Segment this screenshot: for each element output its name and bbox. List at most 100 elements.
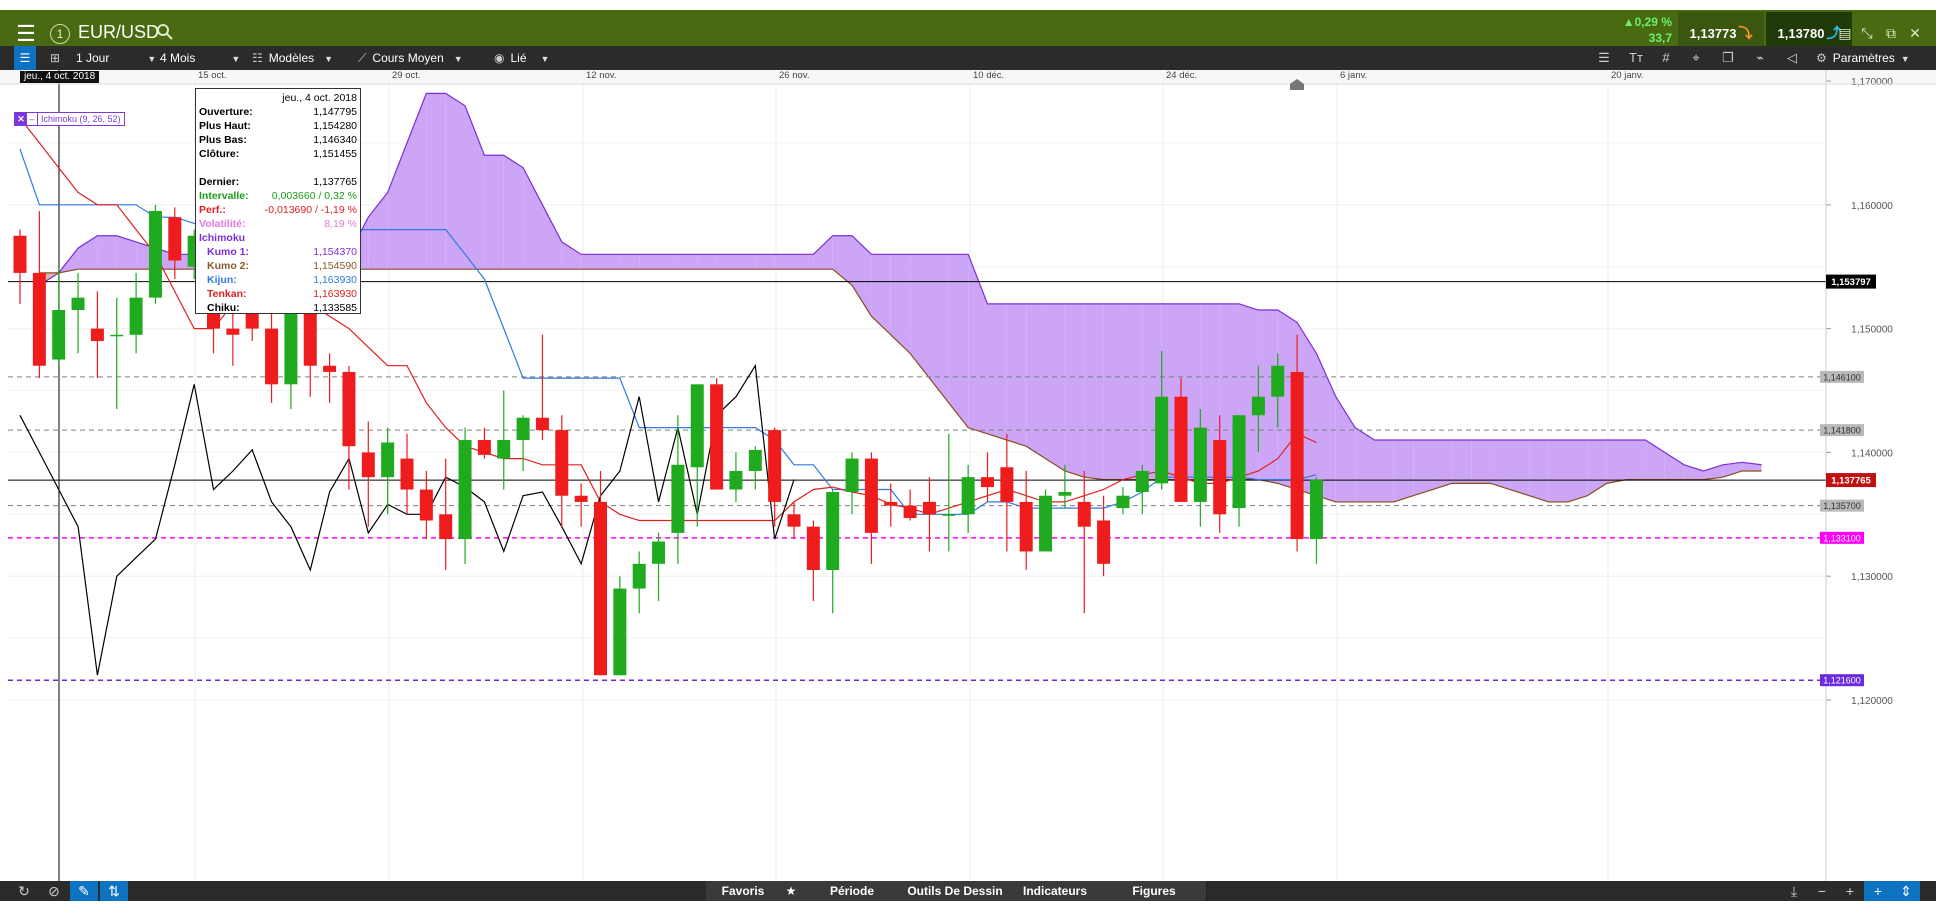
- candle-body: [1077, 501, 1091, 527]
- grid-layout-icon[interactable]: ⊞: [46, 46, 64, 70]
- candle-body: [806, 526, 820, 571]
- buy-price: 1,13780: [1777, 26, 1825, 41]
- tooltip-row: Kumo 2: 1,154590: [199, 259, 357, 273]
- candle-body: [284, 310, 298, 385]
- star-icon[interactable]: ★: [780, 881, 803, 901]
- kumo-segment: [1026, 303, 1046, 459]
- link-select[interactable]: ◉ Lié ▼: [494, 46, 549, 70]
- instrument-number-badge[interactable]: 1: [50, 24, 70, 44]
- tooltip-row: Intervalle: 0,003660 / 0,32 %: [199, 189, 357, 203]
- kumo-segment: [1471, 440, 1491, 484]
- candle-body: [632, 563, 646, 589]
- search-icon[interactable]: [156, 23, 174, 41]
- candle-body: [884, 501, 898, 506]
- candle-body: [574, 495, 588, 502]
- candle-body: [961, 477, 975, 515]
- popout-icon[interactable]: ⧉: [1882, 24, 1900, 42]
- horizontal-line-label: 1,153797: [1831, 277, 1871, 288]
- chart-type-select[interactable]: ⟋ Cours Moyen ▼: [358, 46, 463, 70]
- tooltip-row: Clôture: 1,151455: [199, 147, 357, 161]
- levels-icon[interactable]: ▤: [1836, 24, 1854, 42]
- symbol-name[interactable]: EUR/USD: [78, 22, 159, 43]
- tooltip-label: Volatilité:: [199, 218, 246, 230]
- candle-body: [671, 464, 685, 533]
- chevron-down-icon: ▼: [324, 54, 334, 64]
- candle-body: [1290, 371, 1304, 540]
- refresh-icon[interactable]: ↻: [10, 881, 38, 901]
- kumo-segment: [677, 254, 698, 270]
- kumo-segment: [716, 254, 736, 270]
- text-size-icon[interactable]: Tт: [1628, 50, 1644, 66]
- candle-body: [1058, 492, 1072, 496]
- kumo-segment: [426, 93, 446, 270]
- label-icon[interactable]: ◁: [1784, 50, 1800, 66]
- period-value: 1 Jour: [76, 51, 110, 65]
- candle-body: [168, 217, 182, 261]
- candle-body: [342, 371, 356, 447]
- chart-type-label: Cours Moyen: [372, 51, 444, 65]
- price-level-label: 1,133100: [1823, 533, 1861, 543]
- settings-button[interactable]: ⚙ Paramètres ▼: [1816, 46, 1910, 70]
- close-icon[interactable]: ✕: [1906, 24, 1924, 42]
- kumo-segment: [1509, 440, 1530, 496]
- candle-body: [226, 328, 240, 335]
- change-pips: 33,7: [1648, 31, 1672, 45]
- tooltip-row: Tenkan: 1,163930: [199, 287, 357, 301]
- tab-indicators-label: Indicateurs: [1022, 884, 1088, 898]
- indicator-legend[interactable]: ✕ – Ichimoku (9, 26, 52): [14, 112, 125, 126]
- candle-body: [729, 470, 743, 490]
- legend-icon[interactable]: ☰: [1596, 50, 1612, 66]
- tab-indicators[interactable]: Indicateurs: [1008, 881, 1103, 901]
- kumo-segment: [1374, 440, 1394, 502]
- kumo-segment: [1393, 440, 1414, 502]
- fit-icon[interactable]: ⤓: [1780, 881, 1808, 901]
- link-label: Lié: [510, 51, 527, 65]
- layers-icon[interactable]: ❐: [1720, 50, 1736, 66]
- tooltip-value: 1,154590: [313, 260, 357, 272]
- sync-icon[interactable]: ⇅: [100, 881, 128, 901]
- tab-figures[interactable]: Figures: [1102, 881, 1207, 901]
- range-select[interactable]: 4 Mois ▼: [160, 46, 240, 70]
- pencil-icon[interactable]: ✎: [70, 881, 98, 901]
- list-view-icon[interactable]: ☰: [14, 46, 36, 70]
- grid-icon[interactable]: #: [1658, 50, 1674, 66]
- kumo-segment: [1122, 303, 1143, 480]
- zoom-out-icon[interactable]: −: [1808, 881, 1836, 901]
- crosshair-date-label: jeu., 4 oct. 2018: [20, 71, 100, 83]
- candle-body: [32, 272, 46, 366]
- kumo-segment: [1451, 440, 1472, 484]
- remove-indicator-icon[interactable]: ✕: [15, 113, 27, 125]
- collapse-indicator-icon[interactable]: –: [27, 113, 38, 125]
- tooltip-label: Tenkan:: [207, 288, 247, 300]
- tab-drawing-tools-label: Outils De Dessin: [907, 884, 1003, 898]
- hamburger-menu-icon[interactable]: ☰: [12, 20, 40, 48]
- price-level-label: 1,146100: [1823, 372, 1861, 382]
- tooltip-row: Plus Bas: 1,146340: [199, 133, 357, 147]
- period-select[interactable]: 1 Jour ▼: [76, 46, 156, 70]
- candle-body: [1135, 470, 1149, 493]
- candle-body: [555, 430, 569, 496]
- templates-select[interactable]: ☷ Modèles ▼: [252, 46, 333, 70]
- tooltip-row: Kumo 1: 1,154370: [199, 245, 357, 259]
- x-axis-strip: [0, 70, 1936, 84]
- tooltip-label: Plus Bas:: [199, 134, 247, 146]
- crosshair-icon[interactable]: ⌖: [1688, 50, 1704, 66]
- x-tick-label: 24 déc.: [1166, 70, 1197, 81]
- crosshair-add-icon[interactable]: +: [1864, 881, 1892, 901]
- minimize-icon[interactable]: ⤡: [1858, 24, 1876, 42]
- expand-vertical-icon[interactable]: ⇕: [1892, 881, 1920, 901]
- kumo-segment: [774, 254, 794, 270]
- tab-favorites[interactable]: Favoris: [706, 881, 781, 901]
- tab-drawing-tools[interactable]: Outils De Dessin: [902, 881, 1009, 901]
- tab-period[interactable]: Période: [802, 881, 903, 901]
- candle-body: [1213, 440, 1227, 515]
- candle-body: [1251, 396, 1265, 416]
- zoom-in-icon[interactable]: +: [1836, 881, 1864, 901]
- magnet-icon[interactable]: ⌁: [1752, 50, 1768, 66]
- candle-body: [535, 417, 549, 431]
- tooltip-label: Clôture:: [199, 148, 240, 160]
- candle-body: [1000, 467, 1014, 502]
- tooltip-value: 1,163930: [313, 274, 357, 286]
- cancel-icon[interactable]: ⊘: [40, 881, 68, 901]
- tooltip-value: 1,147795: [313, 106, 357, 118]
